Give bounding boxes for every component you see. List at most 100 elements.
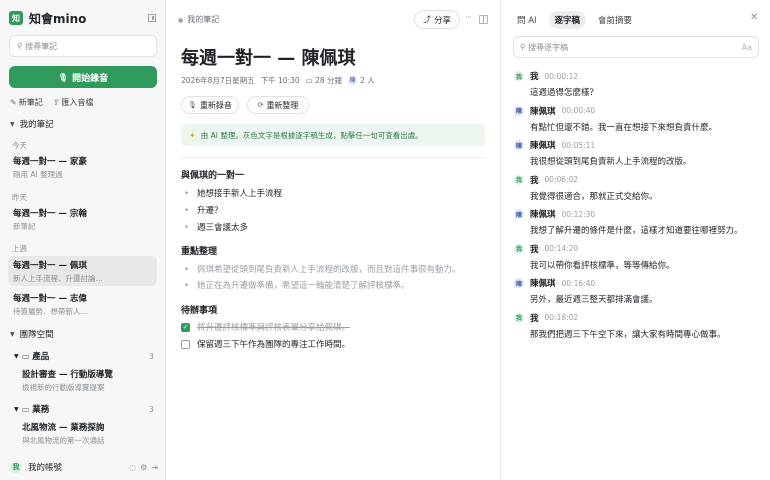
bullet-text: 她正在為升遷做準備，希望這一輪能清楚了解評核標準。	[197, 281, 410, 291]
divider	[181, 157, 485, 158]
transcript-utterance[interactable]: 我我 00:14:20 我可以帶你看評核標準，等等傳給你。	[514, 243, 764, 271]
speaker-name: 陳佩琪	[530, 106, 556, 117]
re-record-button[interactable]: 🎙︎ 重新錄音	[181, 96, 239, 114]
share-icon: ⤴	[422, 15, 431, 24]
close-icon[interactable]: ✕	[750, 12, 758, 23]
meta-date: 2026年8月7日星期五	[181, 76, 255, 85]
timestamp[interactable]: 00:05:11	[562, 141, 596, 150]
breadcrumb[interactable]: ● 我的筆記	[178, 14, 219, 25]
bullet-item[interactable]: • 她想接手新人上手流程	[184, 187, 282, 199]
timestamp[interactable]: 00:12:30	[562, 210, 596, 219]
folder-note-item[interactable]: 北風物流 — 業務探詢 與北風物流的第一次通話	[22, 421, 157, 446]
ai-bullet-item[interactable]: • 佩琪希望從頭到尾負責新人上手流程的改版，而且對這件事很有動力。	[184, 263, 461, 275]
folder-sales[interactable]: ▼ ▭ 業務 3	[14, 403, 154, 416]
start-recording-label: 開始錄音	[72, 73, 109, 84]
utterance-text: 我想了解升遷的條件是什麼，這樣才知道要往哪裡努力。	[530, 226, 743, 236]
speaker-name: 陳佩琪	[530, 210, 556, 220]
timestamp[interactable]: 00:16:40	[562, 279, 596, 288]
tab-pre-meeting-summary[interactable]: 會前摘要	[592, 11, 638, 29]
meta-time: 下午 10:30	[260, 76, 300, 85]
bullet-item[interactable]: • 週三會議太多	[184, 221, 248, 233]
microphone-icon: 🎙︎	[57, 72, 69, 82]
toggle-panel-icon[interactable]	[479, 15, 488, 24]
gear-icon[interactable]: ⚙	[140, 463, 147, 472]
transcript-utterance[interactable]: 陳陳佩琪 00:00:40 有點忙但還不錯。我一直在想接下來想負責什麼。	[514, 105, 764, 133]
section-heading[interactable]: 重點整理	[181, 244, 217, 257]
chevron-down-icon: ▼	[14, 405, 19, 413]
sidebar-search-input[interactable]: ⚲ 搜尋筆記	[9, 35, 157, 57]
chat-icon[interactable]: ◌	[129, 463, 136, 472]
speaker-avatar: 陳	[514, 209, 524, 219]
timestamp[interactable]: 00:00:40	[562, 106, 596, 115]
group-label-yesterday: 昨天	[12, 193, 27, 202]
checkbox-checked[interactable]: ✓	[181, 322, 190, 332]
transcript-utterance[interactable]: 陳陳佩琪 00:12:30 我想了解升遷的條件是什麼，這樣才知道要往哪裡努力。	[514, 208, 764, 236]
folder-dot-icon: ●	[178, 17, 184, 24]
note-item[interactable]: 每週一對一 — 家豪 剛用 AI 整理過	[8, 152, 157, 182]
speaker-name: 我	[530, 72, 539, 82]
import-audio-button[interactable]: ⇪ 匯入音檔	[53, 97, 94, 108]
transcript-utterance[interactable]: 陳陳佩琪 00:16:40 另外，最近週三整天都排滿會議。	[514, 277, 764, 305]
meta-people: 2 人	[360, 76, 375, 85]
note-subtitle: 剛用 AI 整理過	[13, 170, 63, 179]
utterance-text: 那我們把週三下午空下來，讓大家有時間專心做事。	[530, 329, 726, 340]
note-subtitle: 檢視新的行動版導覽提案	[22, 383, 105, 392]
start-recording-button[interactable]: 🎙︎ 開始錄音	[9, 66, 157, 88]
ai-bullet-item[interactable]: • 她正在為升遷做準備，希望這一輪能清楚了解評核標準。	[184, 279, 410, 291]
transcript-utterance[interactable]: 我我 00:00:12 這週過得怎麼樣？	[514, 70, 764, 98]
folder-name: 產品	[32, 352, 50, 362]
tab-ask-ai[interactable]: 問 AI	[511, 11, 543, 29]
collapse-sidebar-icon[interactable]	[148, 14, 156, 22]
note-item[interactable]: 每週一對一 — 志偉 待簽屬勞、想帶新人…	[8, 289, 157, 319]
tab-transcript[interactable]: 逐字稿	[548, 11, 587, 29]
timestamp[interactable]: 00:14:20	[545, 244, 579, 253]
meta-participants[interactable]: 陳2 人	[348, 75, 375, 86]
my-notes-section-toggle[interactable]: ▼ 我的筆記	[10, 118, 54, 130]
account-label: 我的帳號	[28, 463, 63, 473]
avatar: 我	[10, 461, 22, 473]
todo-item[interactable]: 保留週三下午作為團隊的專注工作時間。	[181, 338, 350, 350]
meta-duration: 28 分鐘	[315, 76, 343, 85]
re-organize-label: 重新整理	[266, 100, 299, 110]
chevron-down-icon: ▼	[10, 330, 15, 338]
todo-item[interactable]: ✓ 將升遷評核標準與評核表單分享給佩琪。	[181, 321, 350, 333]
folder-note-item[interactable]: 設計審查 — 行動版導覽 檢視新的行動版導覽提案	[22, 368, 157, 393]
search-icon: ⚲	[520, 43, 526, 51]
team-space-section-toggle[interactable]: ▼ 團隊空間	[10, 328, 54, 340]
search-placeholder: 搜尋逐字稿	[528, 42, 569, 52]
transcript-utterance[interactable]: 陳陳佩琪 00:05:11 我很想從頭到尾負責新人上手流程的改版。	[514, 139, 764, 167]
todo-text: 將升遷評核標準與評核表單分享給佩琪。	[197, 323, 351, 333]
share-button[interactable]: ⤴ 分享	[414, 10, 460, 29]
section-heading[interactable]: 待辦事項	[181, 303, 217, 316]
utterance-text: 我很想從頭到尾負責新人上手流程的改版。	[530, 157, 692, 167]
bullet-text: 她想接手新人上手流程	[197, 189, 283, 199]
folder-count: 3	[148, 404, 154, 414]
section-heading[interactable]: 與佩琪的一對一	[181, 168, 244, 181]
timestamp[interactable]: 00:18:02	[545, 313, 579, 322]
folder-product[interactable]: ▼ ▭ 產品 3	[14, 350, 154, 363]
note-item-selected[interactable]: 每週一對一 — 佩琪 新人上手流程、升遷討論…	[8, 256, 157, 286]
transcript-search-input[interactable]: ⚲ 搜尋逐字稿 Aa	[513, 36, 759, 58]
folder-name: 業務	[32, 405, 50, 415]
transcript-utterance[interactable]: 我我 00:18:02 那我們把週三下午空下來，讓大家有時間專心做事。	[514, 312, 764, 340]
group-label-last-week: 上週	[12, 244, 27, 253]
brand[interactable]: 知 知會mino	[9, 10, 86, 26]
account-row[interactable]: 我 我的帳號 ◌ ⚙ ⇥	[10, 461, 158, 473]
bullet-item[interactable]: • 升遷？	[184, 204, 223, 216]
new-note-button[interactable]: ✎ 新筆記	[10, 97, 43, 108]
logout-icon[interactable]: ⇥	[151, 463, 158, 472]
font-size-icon[interactable]: Aa	[742, 43, 752, 52]
page-title[interactable]: 每週一對一 — 陳佩琪	[181, 44, 356, 70]
timestamp[interactable]: 00:00:12	[545, 72, 579, 81]
timestamp[interactable]: 00:06:02	[545, 175, 579, 184]
more-options-icon[interactable]: ···	[465, 13, 472, 23]
speaker-avatar: 陳	[514, 105, 524, 116]
my-notes-heading: 我的筆記	[19, 120, 54, 130]
note-title: 每週一對一 — 佩琪	[13, 261, 87, 271]
re-organize-button[interactable]: ⟳ 重新整理	[247, 96, 309, 114]
re-record-label: 重新錄音	[199, 100, 232, 110]
note-item[interactable]: 每週一對一 — 宗翰 新筆記	[8, 204, 157, 234]
speaker-avatar: 陳	[514, 140, 524, 150]
transcript-utterance[interactable]: 我我 00:06:02 我覺得很適合，那就正式交給你。	[514, 174, 764, 202]
checkbox[interactable]	[181, 339, 190, 349]
